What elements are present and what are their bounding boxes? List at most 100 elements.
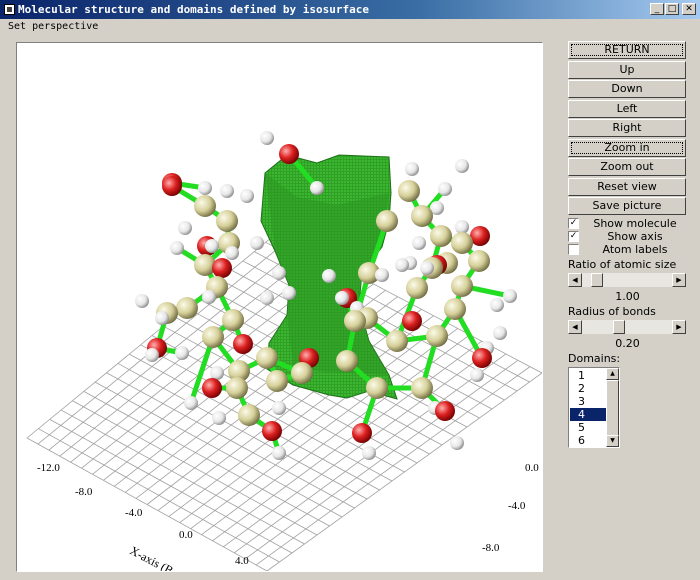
domains-list-items: 123456 bbox=[570, 369, 607, 447]
slider-left-arrow-icon[interactable]: ◀ bbox=[568, 319, 582, 334]
carbon-atom bbox=[406, 277, 428, 299]
window-title: Molecular structure and domains defined … bbox=[18, 3, 369, 16]
slider-right-arrow-icon[interactable]: ▶ bbox=[672, 319, 686, 334]
x-axis-label: X-axis (Bo bbox=[128, 543, 181, 571]
app-icon[interactable] bbox=[4, 4, 15, 15]
scroll-down-arrow-icon[interactable]: ▼ bbox=[606, 434, 619, 447]
domain-list-item[interactable]: 3 bbox=[570, 395, 607, 408]
hydrogen-atom bbox=[225, 246, 239, 260]
show-axis-option[interactable]: ✓ Show axis bbox=[568, 230, 687, 243]
minimize-button[interactable]: _ bbox=[650, 3, 664, 15]
atom-labels-option[interactable]: Atom labels bbox=[568, 243, 687, 256]
atomic-size-slider[interactable]: ◀ ▶ bbox=[568, 272, 686, 287]
down-button[interactable]: Down bbox=[568, 80, 686, 98]
x-tick-label: -12.0 bbox=[37, 462, 60, 474]
close-button[interactable]: ✕ bbox=[682, 3, 696, 15]
scroll-thumb[interactable] bbox=[606, 379, 619, 436]
control-panel: RETURN Up Down Left Right Zoom in Zoom o… bbox=[568, 41, 687, 448]
atom-labels-checkbox[interactable] bbox=[568, 243, 579, 255]
show-axis-label: Show axis bbox=[607, 229, 663, 243]
axis-labels: -12.0 -8.0 -4.0 0.0 4.0 X-axis (Bo 0.0 -… bbox=[37, 462, 539, 571]
menu-set-perspective[interactable]: Set perspective bbox=[8, 21, 98, 32]
grid-line bbox=[266, 372, 542, 571]
menu-bar: Set perspective bbox=[0, 19, 700, 37]
carbon-atom bbox=[176, 297, 198, 319]
hydrogen-atom bbox=[178, 221, 192, 235]
domains-label: Domains: bbox=[568, 351, 621, 365]
carbon-atom bbox=[238, 404, 260, 426]
save-picture-button[interactable]: Save picture bbox=[568, 197, 686, 215]
hydrogen-atom bbox=[450, 436, 464, 450]
hydrogen-atom bbox=[322, 269, 336, 283]
y-tick-label: -4.0 bbox=[508, 500, 526, 512]
hydrogen-atom bbox=[375, 268, 389, 282]
hydrogen-atom bbox=[420, 261, 434, 275]
maximize-button[interactable]: □ bbox=[665, 3, 679, 15]
carbon-atom bbox=[194, 195, 216, 217]
carbon-atom bbox=[256, 347, 278, 369]
x-tick-label: -4.0 bbox=[125, 507, 143, 519]
molecule-scene[interactable]: -12.0 -8.0 -4.0 0.0 4.0 X-axis (Bo 0.0 -… bbox=[17, 43, 542, 571]
domain-list-item[interactable]: 6 bbox=[570, 434, 607, 447]
carbon-atom bbox=[411, 377, 433, 399]
oxygen-atom bbox=[162, 176, 182, 196]
carbon-atom bbox=[266, 370, 288, 392]
molecule-viewport[interactable]: -12.0 -8.0 -4.0 0.0 4.0 X-axis (Bo 0.0 -… bbox=[16, 42, 543, 572]
domains-scrollbar[interactable]: ▲ ▼ bbox=[606, 367, 619, 447]
left-button[interactable]: Left bbox=[568, 99, 686, 118]
slider-right-arrow-icon[interactable]: ▶ bbox=[672, 272, 686, 287]
oxygen-atom bbox=[352, 423, 372, 443]
hydrogen-atom bbox=[503, 289, 517, 303]
bond-radius-slider-thumb[interactable] bbox=[613, 319, 626, 334]
hydrogen-atom bbox=[490, 298, 504, 312]
carbon-atom bbox=[386, 330, 408, 352]
hydrogen-atom bbox=[202, 290, 216, 304]
slider-left-arrow-icon[interactable]: ◀ bbox=[568, 272, 582, 287]
show-axis-checkbox[interactable]: ✓ bbox=[568, 230, 579, 242]
bond-radius-label: Radius of bonds bbox=[568, 304, 656, 318]
hydrogen-atom bbox=[210, 366, 224, 380]
hydrogen-atom bbox=[272, 446, 286, 460]
carbon-atom bbox=[366, 377, 388, 399]
hydrogen-atom bbox=[272, 401, 286, 415]
reset-view-button[interactable]: Reset view bbox=[568, 177, 686, 196]
oxygen-atom bbox=[402, 311, 422, 331]
hydrogen-atom bbox=[455, 220, 469, 234]
show-molecule-checkbox[interactable]: ✓ bbox=[568, 217, 579, 229]
domain-list-item[interactable]: 4 bbox=[570, 407, 607, 421]
hydrogen-atom bbox=[260, 291, 274, 305]
zoom-in-button[interactable]: Zoom in bbox=[568, 138, 686, 157]
carbon-atom bbox=[376, 210, 398, 232]
hydrogen-atom bbox=[170, 241, 184, 255]
domain-list-item[interactable]: 2 bbox=[570, 382, 607, 395]
atomic-size-value: 1.00 bbox=[615, 289, 640, 303]
window-controls: _ □ ✕ bbox=[650, 3, 696, 15]
atomic-size-slider-thumb[interactable] bbox=[591, 272, 604, 287]
right-button[interactable]: Right bbox=[568, 119, 686, 137]
hydrogen-atom bbox=[240, 189, 254, 203]
carbon-atom bbox=[226, 377, 248, 399]
hydrogen-atom bbox=[198, 181, 212, 195]
oxygen-atom bbox=[262, 421, 282, 441]
return-button[interactable]: RETURN bbox=[568, 41, 686, 59]
atomic-size-label: Ratio of atomic size bbox=[568, 257, 677, 271]
hydrogen-atom bbox=[250, 236, 264, 250]
x-tick-label: 4.0 bbox=[235, 555, 249, 567]
domain-list-item[interactable]: 5 bbox=[570, 421, 607, 434]
bond-radius-slider[interactable]: ◀ ▶ bbox=[568, 319, 686, 334]
x-tick-label: -8.0 bbox=[75, 486, 93, 498]
hydrogen-atom bbox=[412, 236, 426, 250]
title-bar: Molecular structure and domains defined … bbox=[0, 0, 700, 19]
hydrogen-atom bbox=[282, 286, 296, 300]
domain-list-item[interactable]: 1 bbox=[570, 369, 607, 382]
x-tick-label: 0.0 bbox=[179, 529, 193, 541]
up-button[interactable]: Up bbox=[568, 60, 686, 79]
carbon-atom bbox=[216, 210, 238, 232]
hydrogen-atom bbox=[470, 368, 484, 382]
hydrogen-atom bbox=[145, 348, 159, 362]
show-molecule-option[interactable]: ✓ Show molecule bbox=[568, 217, 687, 230]
domains-list[interactable]: 123456 ▲ ▼ bbox=[568, 366, 620, 448]
hydrogen-atom bbox=[455, 159, 469, 173]
scroll-up-arrow-icon[interactable]: ▲ bbox=[606, 367, 619, 380]
zoom-out-button[interactable]: Zoom out bbox=[568, 158, 686, 176]
